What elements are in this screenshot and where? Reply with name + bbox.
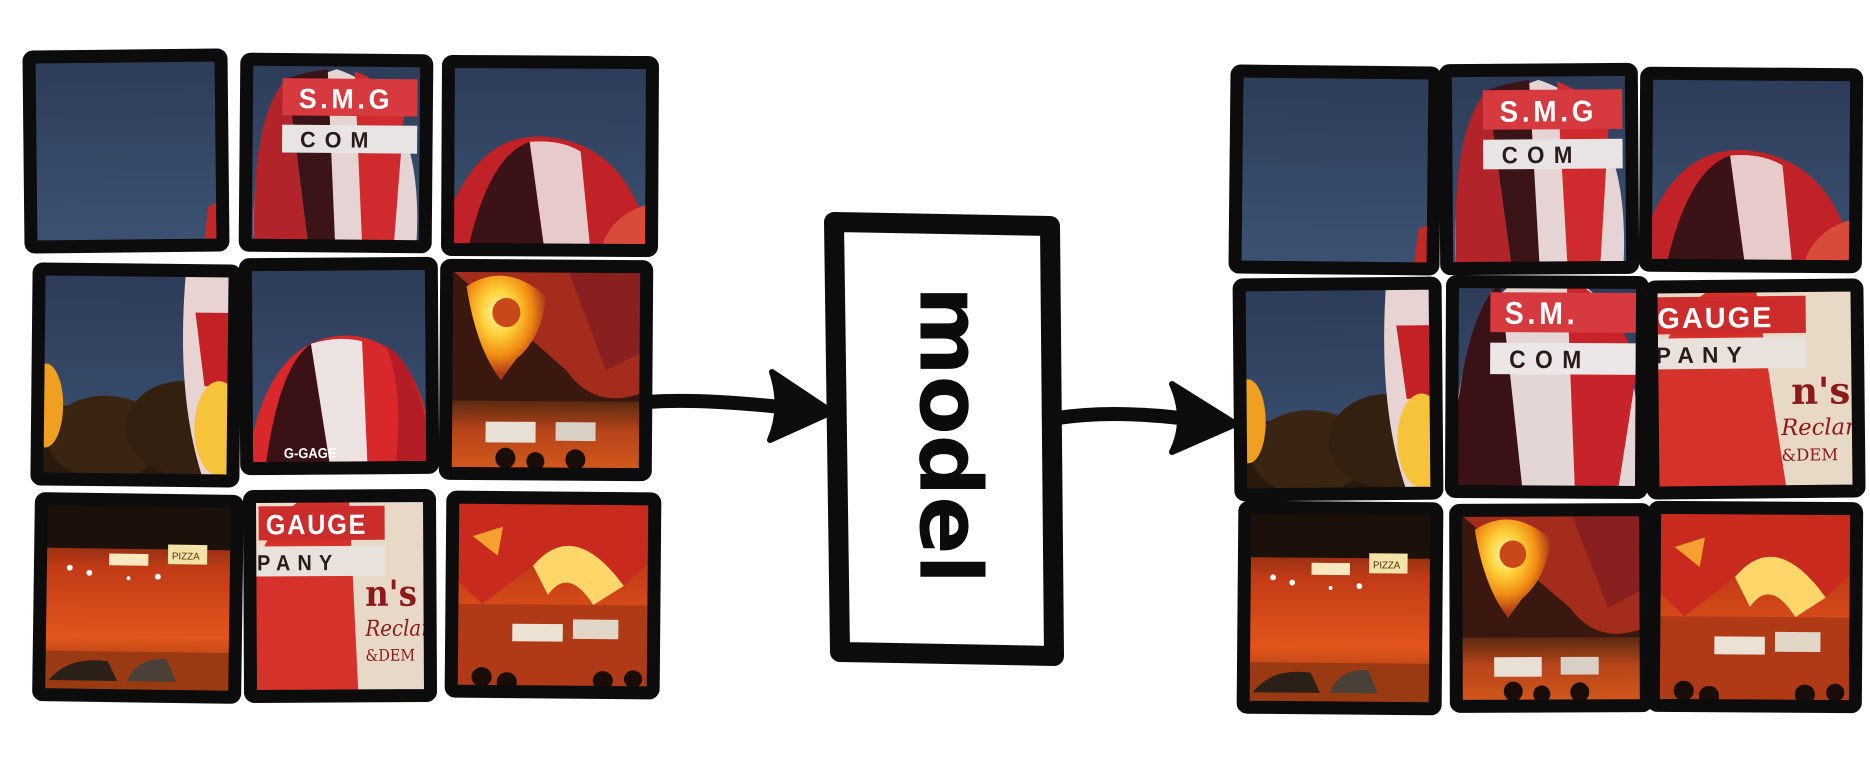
output-tile-6-balloon-right	[1644, 278, 1866, 500]
output-tile-1-sky	[1228, 64, 1442, 276]
input-to-model-arrow	[641, 369, 835, 443]
output-tile-4-balloon-left-edge	[1232, 276, 1444, 502]
output-tile-5-balloon-center	[1444, 275, 1650, 499]
input-tile-1-sky	[22, 48, 230, 254]
input-tile-4-balloon-left-edge	[30, 262, 242, 488]
input-grid	[22, 48, 662, 704]
output-tile-8-glowing-balloon	[1449, 503, 1653, 713]
input-tile-9-crowd-right	[444, 490, 662, 700]
output-tile-2-balloon-top-center	[1438, 62, 1640, 276]
output-tile-7-crowd-left	[1236, 500, 1444, 716]
model-label: model	[900, 286, 1000, 584]
model-box: model	[824, 212, 1064, 666]
input-tile-8-balloon-company	[242, 489, 438, 703]
output-tile-9-crowd-right	[1646, 500, 1864, 714]
input-tile-7-crowd-left	[32, 492, 244, 704]
jigsaw-diagram: S.M.G COM G-GAGE	[22, 48, 1866, 716]
output-grid	[1228, 62, 1866, 716]
input-tile-5-balloon-lower-left	[238, 256, 440, 476]
input-tile-2-balloon-top-center	[238, 52, 434, 254]
output-tile-3-balloon-top-right	[1638, 66, 1864, 274]
input-tile-6-glowing-balloon	[438, 258, 654, 482]
input-tile-3-balloon-top-right	[441, 54, 659, 258]
model-to-output-arrow	[1051, 381, 1239, 455]
